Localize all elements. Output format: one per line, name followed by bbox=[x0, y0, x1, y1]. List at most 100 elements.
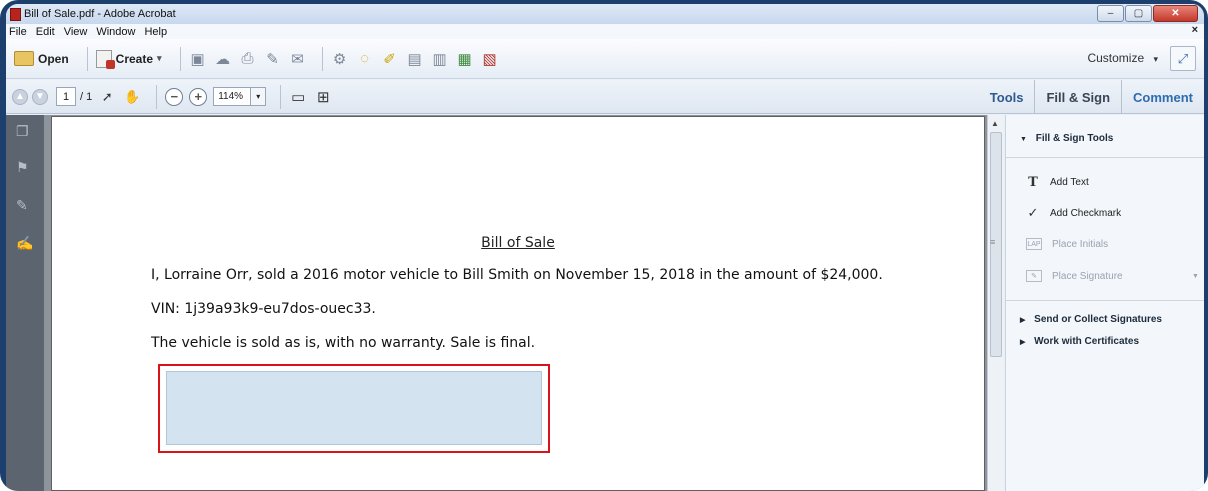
attachment-paperclip-icon[interactable]: ✎ bbox=[16, 197, 32, 213]
create-label: Create bbox=[115, 51, 154, 66]
close-button[interactable]: ✕ bbox=[1153, 5, 1198, 22]
document-line-vin: VIN: 1j39a93k9-eu7dos-ouec33. bbox=[151, 301, 376, 317]
toolbar-separator bbox=[86, 46, 88, 71]
add-text-tool[interactable]: T Add Text bbox=[1026, 174, 1089, 190]
menu-file[interactable]: File bbox=[9, 26, 27, 38]
document-line-warranty: The vehicle is sold as is, with no warra… bbox=[151, 335, 536, 351]
pane-splitter-grip-icon[interactable]: ≡ bbox=[990, 237, 995, 247]
select-cursor-icon[interactable]: ➚ bbox=[98, 88, 116, 106]
bookmark-icon[interactable]: ⚑ bbox=[16, 159, 32, 175]
initials-icon: LAP bbox=[1026, 238, 1042, 250]
settings-gear-icon[interactable]: ⚙ bbox=[331, 50, 349, 68]
fit-page-icon[interactable]: ▭ bbox=[289, 88, 307, 106]
document-viewer: Bill of Sale I, Lorraine Orr, sold a 201… bbox=[44, 115, 987, 491]
main-toolbar: Open Create ▾ ▣ ☁ ⎙ ✎ ✉ ⚙ ◌ ✐ ▤ ▥ ▦ ▧ Cu… bbox=[6, 39, 1204, 79]
place-initials-label: Place Initials bbox=[1052, 238, 1109, 250]
send-collect-signatures-section[interactable]: ▶ Send or Collect Signatures bbox=[1020, 314, 1162, 325]
next-page-icon[interactable]: ▼ bbox=[32, 88, 48, 105]
window-title: Bill of Sale.pdf - Adobe Acrobat bbox=[24, 8, 176, 20]
toolbar-separator bbox=[179, 46, 181, 71]
navigation-toolbar: ▲ ▼ 1 / 1 ➚ ✋ − + 114% ▾ ▭ ⊞ Tools Fill … bbox=[6, 80, 1204, 114]
expand-icon[interactable]: ⤢ bbox=[1170, 46, 1196, 71]
window-controls: – ▢ ✕ bbox=[1097, 5, 1198, 22]
acrobat-window: Bill of Sale.pdf - Adobe Acrobat – ▢ ✕ F… bbox=[6, 4, 1204, 491]
scroll-up-icon[interactable]: ▲ bbox=[991, 119, 999, 128]
highlight-outline bbox=[158, 364, 550, 453]
comment-bubble-icon[interactable]: ◌ bbox=[356, 50, 374, 68]
chevron-down-icon: ▾ bbox=[1153, 54, 1158, 64]
print-icon[interactable]: ⎙ bbox=[239, 50, 257, 68]
open-button[interactable]: Open bbox=[14, 51, 69, 66]
signatures-icon[interactable]: ✍ bbox=[16, 235, 33, 251]
page-number-input[interactable]: 1 bbox=[56, 87, 76, 106]
document-icon[interactable]: ▤ bbox=[406, 50, 424, 68]
previous-page-icon[interactable]: ▲ bbox=[12, 88, 28, 105]
edit-icon[interactable]: ✎ bbox=[264, 50, 282, 68]
work-with-certificates-section[interactable]: ▶ Work with Certificates bbox=[1020, 336, 1139, 347]
menu-bar: File Edit View Window Help × bbox=[6, 24, 1204, 39]
menu-view[interactable]: View bbox=[64, 26, 88, 38]
chevron-down-icon: ▾ bbox=[157, 53, 162, 63]
document-search-icon[interactable]: ▥ bbox=[431, 50, 449, 68]
fit-width-icon[interactable]: ⊞ bbox=[314, 88, 332, 106]
zoom-out-icon[interactable]: − bbox=[165, 87, 184, 106]
menu-help[interactable]: Help bbox=[144, 26, 167, 38]
triangle-right-icon: ▶ bbox=[1020, 339, 1026, 346]
customize-label: Customize bbox=[1087, 51, 1145, 65]
close-document-button[interactable]: × bbox=[1192, 24, 1198, 36]
signature-field[interactable] bbox=[166, 371, 542, 445]
open-label: Open bbox=[38, 51, 69, 66]
pdf-page: Bill of Sale I, Lorraine Orr, sold a 201… bbox=[51, 116, 985, 491]
vertical-scrollbar[interactable]: ▲ ≡ bbox=[987, 115, 1004, 491]
create-pdf-icon bbox=[95, 49, 115, 69]
email-icon[interactable]: ✉ bbox=[289, 50, 307, 68]
document-title: Bill of Sale bbox=[481, 235, 555, 251]
page-thumbnails-icon[interactable]: ❐ bbox=[16, 123, 32, 139]
triangle-down-icon: ▼ bbox=[1020, 136, 1027, 143]
section-title: Fill & Sign Tools bbox=[1035, 133, 1114, 144]
minimize-button[interactable]: – bbox=[1097, 5, 1124, 22]
send-collect-label: Send or Collect Signatures bbox=[1034, 314, 1162, 325]
document-line-sale: I, Lorraine Orr, sold a 2016 motor vehic… bbox=[151, 267, 883, 283]
page-total: / 1 bbox=[80, 90, 93, 103]
place-signature-tool[interactable]: ✎ Place Signature ▼ bbox=[1026, 270, 1199, 282]
menu-window[interactable]: Window bbox=[96, 26, 135, 38]
fill-sign-tools-header[interactable]: ▼ Fill & Sign Tools bbox=[1020, 133, 1113, 144]
text-T-icon: T bbox=[1028, 174, 1038, 190]
folder-icon bbox=[14, 51, 34, 66]
hand-tool-icon[interactable]: ✋ bbox=[123, 88, 141, 106]
customize-dropdown[interactable]: Customize ▾ bbox=[1087, 51, 1158, 65]
save-icon[interactable]: ▣ bbox=[189, 50, 207, 68]
cloud-upload-icon[interactable]: ☁ bbox=[214, 50, 232, 68]
document-export-icon[interactable]: ▦ bbox=[456, 50, 474, 68]
tab-comment[interactable]: Comment bbox=[1121, 80, 1204, 114]
tab-tools[interactable]: Tools bbox=[979, 80, 1035, 114]
menu-edit[interactable]: Edit bbox=[36, 26, 55, 38]
zoom-in-icon[interactable]: + bbox=[189, 87, 208, 106]
signature-icon: ✎ bbox=[1026, 270, 1042, 282]
toolbar-separator bbox=[156, 84, 158, 109]
add-checkmark-tool[interactable]: ✓ Add Checkmark bbox=[1026, 205, 1122, 220]
pane-divider bbox=[1006, 300, 1204, 301]
create-button[interactable]: Create ▾ bbox=[95, 49, 162, 69]
place-initials-tool[interactable]: LAP Place Initials bbox=[1026, 238, 1108, 250]
toolbar-separator bbox=[321, 46, 323, 71]
zoom-dropdown-button[interactable]: ▾ bbox=[251, 87, 267, 106]
panel-tabs: Tools Fill & Sign Comment bbox=[979, 80, 1204, 114]
document-sign-icon[interactable]: ▧ bbox=[481, 50, 499, 68]
triangle-right-icon: ▶ bbox=[1020, 317, 1026, 324]
fill-sign-tools-pane: ▼ Fill & Sign Tools T Add Text ✓ Add Che… bbox=[1005, 115, 1204, 491]
maximize-button[interactable]: ▢ bbox=[1125, 5, 1152, 22]
highlight-icon[interactable]: ✐ bbox=[381, 50, 399, 68]
chevron-down-icon[interactable]: ▼ bbox=[1192, 273, 1199, 280]
zoom-level-input[interactable]: 114% bbox=[213, 87, 252, 106]
tab-fill-sign[interactable]: Fill & Sign bbox=[1034, 80, 1121, 114]
checkmark-icon: ✓ bbox=[1027, 205, 1039, 220]
place-signature-label: Place Signature bbox=[1052, 270, 1123, 282]
screenshot-frame: Bill of Sale.pdf - Adobe Acrobat – ▢ ✕ F… bbox=[0, 0, 1208, 491]
add-checkmark-label: Add Checkmark bbox=[1050, 207, 1122, 219]
title-bar: Bill of Sale.pdf - Adobe Acrobat – ▢ ✕ bbox=[6, 4, 1204, 24]
add-text-label: Add Text bbox=[1050, 176, 1089, 188]
left-navigation-pane: ❐ ⚑ ✎ ✍ bbox=[6, 115, 44, 491]
pane-divider bbox=[1006, 157, 1204, 158]
